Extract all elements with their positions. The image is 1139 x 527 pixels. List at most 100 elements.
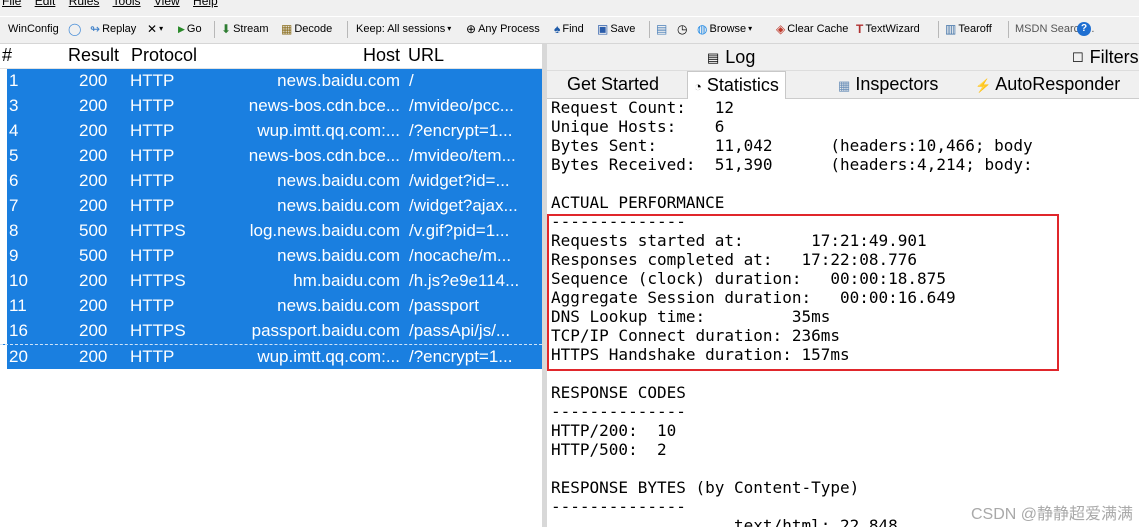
stats-line: -------------- xyxy=(551,402,686,421)
stats-line: HTTP/500: 2 xyxy=(551,440,667,459)
host: news.baidu.com xyxy=(277,171,400,190)
session-id: 3 xyxy=(9,96,19,115)
replay-button[interactable]: ↬ Replay xyxy=(90,23,136,35)
session-id: 4 xyxy=(9,121,19,140)
toolbar-separator xyxy=(214,21,215,38)
tab-statistics[interactable]: ◔ Statistics xyxy=(687,71,786,99)
row-marker xyxy=(0,269,7,294)
menu-help[interactable]: Help xyxy=(193,0,218,8)
row-marker xyxy=(0,219,7,244)
stream-icon: ⬇ xyxy=(221,22,232,36)
binoculars-icon: ♠ xyxy=(554,22,561,36)
inspector-icon: ▦ xyxy=(838,78,851,93)
session-id: 7 xyxy=(9,196,19,215)
winconfig-label: WinConfig xyxy=(8,23,59,35)
row-marker xyxy=(0,294,7,319)
url: /passport xyxy=(409,296,479,315)
tearoff-button[interactable]: ▥ Tearoff xyxy=(945,23,992,35)
protocol: HTTP xyxy=(130,96,175,115)
log-tab[interactable]: ▤ Log xyxy=(707,47,755,68)
column-host[interactable]: Host xyxy=(363,45,400,66)
stats-line: Unique Hosts: 6 xyxy=(551,117,725,136)
result-code: 200 xyxy=(79,146,108,165)
stats-line: text/html: 22,848 xyxy=(551,516,898,527)
url: /widget?ajax... xyxy=(409,196,518,215)
table-row[interactable]: 1 200 HTTP news.baidu.com / xyxy=(0,69,542,94)
find-button[interactable]: ♠ Find xyxy=(554,23,584,35)
host: wup.imtt.qq.com:... xyxy=(257,347,400,366)
tab-autoresponder[interactable]: ⚡ AutoResponder xyxy=(969,71,1126,98)
filters-tab[interactable]: ☐ Filters xyxy=(1072,47,1139,68)
result-code: 200 xyxy=(79,271,108,290)
url: /?encrypt=1... xyxy=(409,347,513,366)
stream-label: Stream xyxy=(233,23,269,35)
stats-line: HTTP/200: 10 xyxy=(551,421,677,440)
decode-button[interactable]: ▦ Decode xyxy=(281,23,332,35)
menu-file[interactable]: File xyxy=(2,0,21,8)
timer-button[interactable]: ◷ xyxy=(677,23,687,35)
process-label: Any Process xyxy=(478,23,540,35)
session-id: 6 xyxy=(9,171,19,190)
remove-button[interactable]: ✕ ▾ xyxy=(147,23,163,35)
keep-sessions-dropdown[interactable]: Keep: All sessions ▾ xyxy=(356,23,451,35)
go-button[interactable]: ▶ Go xyxy=(178,23,202,35)
help-icon[interactable]: ? xyxy=(1077,22,1091,36)
menu-tools[interactable]: Tools xyxy=(113,0,141,8)
protocol: HTTP xyxy=(130,296,175,315)
table-row[interactable]: 8 500 HTTPS log.news.baidu.com/v.gif?pid=1.… xyxy=(0,219,542,244)
keep-label: Keep: All sessions xyxy=(356,23,446,35)
msdn-search-input[interactable]: MSDN Search... xyxy=(1012,20,1094,38)
clear-cache-button[interactable]: ◈ Clear Cache xyxy=(776,23,848,35)
url: /widget?id=... xyxy=(409,171,510,190)
column-url[interactable]: URL xyxy=(408,45,444,66)
stats-line xyxy=(551,174,1033,193)
result-code: 200 xyxy=(79,321,108,340)
textwizard-button[interactable]: T TextWizard xyxy=(856,23,920,35)
any-process-button[interactable]: ⊕ Any Process xyxy=(466,23,540,35)
tab-inspectors[interactable]: ▦ Inspectors xyxy=(832,71,944,98)
menu-edit[interactable]: Edit xyxy=(35,0,56,8)
table-row[interactable]: 7 200 HTTP news.baidu.com/widget?ajax... xyxy=(0,194,542,219)
row-marker xyxy=(0,345,7,370)
save-label: Save xyxy=(610,23,636,35)
camera-icon: ▤ xyxy=(656,22,668,36)
browse-button[interactable]: ◍ Browse ▾ xyxy=(697,23,752,35)
column-result[interactable]: Result xyxy=(68,45,119,66)
column-id[interactable]: # xyxy=(2,45,12,66)
protocol: HTTP xyxy=(130,121,175,140)
toolbar-separator xyxy=(938,21,939,38)
winconfig-button[interactable]: WinConfig xyxy=(8,23,59,35)
menu-view[interactable]: View xyxy=(154,0,180,8)
screenshot-button[interactable]: ▤ xyxy=(656,23,667,35)
table-row[interactable]: 20 200 HTTP wup.imtt.qq.com:... /?encrypt=1.… xyxy=(0,344,542,370)
tab-get-started[interactable]: Get Started xyxy=(561,71,665,98)
host: news.baidu.com xyxy=(277,296,400,315)
tab-label: Statistics xyxy=(706,75,779,95)
result-code: 200 xyxy=(79,347,108,366)
column-protocol[interactable]: Protocol xyxy=(131,45,197,66)
textwizard-icon: T xyxy=(856,22,864,36)
table-row[interactable]: 10 200 HTTPS hm.baidu.com/h.js?e9e114... xyxy=(0,269,542,294)
checkbox-icon: ☐ xyxy=(1072,49,1084,65)
table-row[interactable]: 6 200 HTTP news.baidu.com/widget?id=... xyxy=(0,169,542,194)
menu-rules[interactable]: Rules xyxy=(69,0,100,8)
save-button[interactable]: ▣ Save xyxy=(597,23,635,35)
lightning-icon: ⚡ xyxy=(975,78,992,93)
table-row[interactable]: 5 200 HTTP news-bos.cdn.bce... /mvideo/tem..… xyxy=(0,144,542,169)
replay-icon: ↬ xyxy=(90,22,101,36)
session-id: 9 xyxy=(9,246,19,265)
table-row[interactable]: 4 200 HTTP wup.imtt.qq.com:... /?encrypt=1..… xyxy=(0,119,542,144)
result-code: 200 xyxy=(79,71,108,90)
comment-button[interactable]: ◯ xyxy=(68,23,81,35)
table-row[interactable]: 9 500 HTTP news.baidu.com/nocache/m... xyxy=(0,244,542,269)
table-row[interactable]: 3 200 HTTP news-bos.cdn.bce... /mvideo/pcc..… xyxy=(0,94,542,119)
table-row[interactable]: 16 200 HTTPS passport.baidu.com/passApi/js/… xyxy=(0,319,542,344)
tearoff-icon: ▥ xyxy=(945,22,957,36)
stream-button[interactable]: ⬇ Stream xyxy=(221,23,269,35)
table-row[interactable]: 11 200 HTTP news.baidu.com/passport xyxy=(0,294,542,319)
stats-line: Request Count: 12 xyxy=(551,98,735,117)
url: / xyxy=(409,71,414,90)
url: /mvideo/pcc... xyxy=(409,96,514,115)
protocol: HTTP xyxy=(130,71,175,90)
host: news.baidu.com xyxy=(277,246,400,265)
